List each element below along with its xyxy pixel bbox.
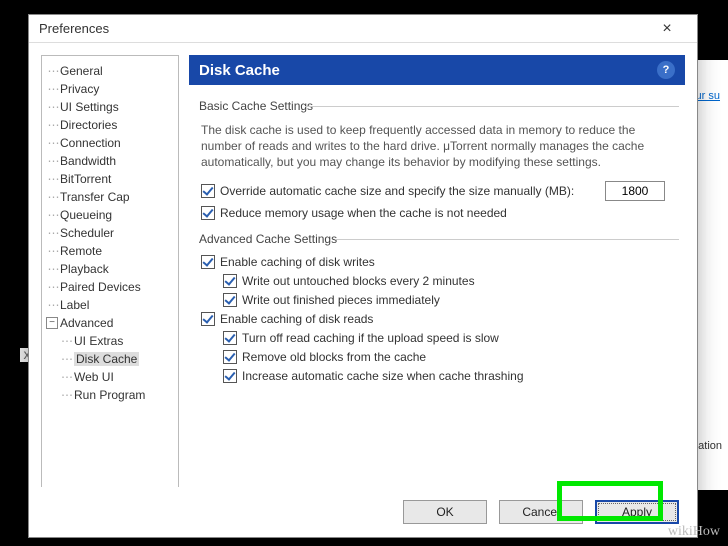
write-finished-checkbox[interactable] <box>223 293 237 307</box>
tree-item-label[interactable]: ⋯Label <box>46 296 176 314</box>
cache-size-input[interactable] <box>605 181 665 201</box>
window-title: Preferences <box>39 21 647 36</box>
content-panel: Disk Cache ? Basic Cache Settings The di… <box>189 55 685 487</box>
enable-reads-label: Enable caching of disk reads <box>220 312 373 326</box>
reduce-row: Reduce memory usage when the cache is no… <box>201 206 679 220</box>
turn-off-checkbox[interactable] <box>223 331 237 345</box>
tree-item-directories[interactable]: ⋯Directories <box>46 116 176 134</box>
write-untouched-checkbox[interactable] <box>223 274 237 288</box>
tree-item-ui-settings[interactable]: ⋯UI Settings <box>46 98 176 116</box>
increase-checkbox[interactable] <box>223 369 237 383</box>
ok-button[interactable]: OK <box>403 500 487 524</box>
category-tree[interactable]: ⋯General ⋯Privacy ⋯UI Settings ⋯Director… <box>41 55 179 487</box>
override-row: Override automatic cache size and specif… <box>201 181 679 201</box>
enable-writes-row: Enable caching of disk writes <box>201 255 679 269</box>
enable-reads-row: Enable caching of disk reads <box>201 312 679 326</box>
increase-label: Increase automatic cache size when cache… <box>242 369 524 383</box>
enable-writes-checkbox[interactable] <box>201 255 215 269</box>
tree-item-transfer-cap[interactable]: ⋯Transfer Cap <box>46 188 176 206</box>
cancel-button[interactable]: Cancel <box>499 500 583 524</box>
tree-item-privacy[interactable]: ⋯Privacy <box>46 80 176 98</box>
tree-item-bittorrent[interactable]: ⋯BitTorrent <box>46 170 176 188</box>
tree-item-remote[interactable]: ⋯Remote <box>46 242 176 260</box>
collapse-icon[interactable]: − <box>46 317 58 329</box>
panel-title: Disk Cache <box>199 62 280 79</box>
tree-item-queueing[interactable]: ⋯Queueing <box>46 206 176 224</box>
increase-row: Increase automatic cache size when cache… <box>223 369 679 383</box>
apply-button[interactable]: Apply <box>595 500 679 524</box>
write-finished-label: Write out finished pieces immediately <box>242 293 440 307</box>
button-bar: OK Cancel Apply <box>29 487 697 537</box>
remove-old-row: Remove old blocks from the cache <box>223 350 679 364</box>
tree-item-advanced[interactable]: −Advanced <box>46 314 176 332</box>
help-icon[interactable]: ? <box>657 61 675 79</box>
titlebar: Preferences × <box>29 15 697 43</box>
tree-item-playback[interactable]: ⋯Playback <box>46 260 176 278</box>
tree-item-web-ui[interactable]: ⋯Web UI <box>46 368 176 386</box>
write-untouched-row: Write out untouched blocks every 2 minut… <box>223 274 679 288</box>
tree-item-connection[interactable]: ⋯Connection <box>46 134 176 152</box>
tree-item-bandwidth[interactable]: ⋯Bandwidth <box>46 152 176 170</box>
tree-item-general[interactable]: ⋯General <box>46 62 176 80</box>
override-checkbox[interactable] <box>201 184 215 198</box>
close-icon[interactable]: × <box>647 20 687 38</box>
panel-banner: Disk Cache ? <box>189 55 685 85</box>
preferences-dialog: Preferences × ⋯General ⋯Privacy ⋯UI Sett… <box>28 14 698 538</box>
background-text: ation <box>698 440 722 452</box>
tree-item-paired-devices[interactable]: ⋯Paired Devices <box>46 278 176 296</box>
tree-item-disk-cache[interactable]: ⋯Disk Cache <box>46 350 176 368</box>
enable-reads-checkbox[interactable] <box>201 312 215 326</box>
basic-description: The disk cache is used to keep frequentl… <box>201 122 671 171</box>
turn-off-label: Turn off read caching if the upload spee… <box>242 331 499 345</box>
tree-item-scheduler[interactable]: ⋯Scheduler <box>46 224 176 242</box>
tree-item-run-program[interactable]: ⋯Run Program <box>46 386 176 404</box>
watermark: wikiHow <box>668 524 720 540</box>
enable-writes-label: Enable caching of disk writes <box>220 255 375 269</box>
write-finished-row: Write out finished pieces immediately <box>223 293 679 307</box>
turn-off-row: Turn off read caching if the upload spee… <box>223 331 679 345</box>
reduce-checkbox[interactable] <box>201 206 215 220</box>
remove-old-label: Remove old blocks from the cache <box>242 350 426 364</box>
write-untouched-label: Write out untouched blocks every 2 minut… <box>242 274 475 288</box>
remove-old-checkbox[interactable] <box>223 350 237 364</box>
tree-item-ui-extras[interactable]: ⋯UI Extras <box>46 332 176 350</box>
reduce-label: Reduce memory usage when the cache is no… <box>220 206 507 220</box>
override-label: Override automatic cache size and specif… <box>220 184 574 198</box>
